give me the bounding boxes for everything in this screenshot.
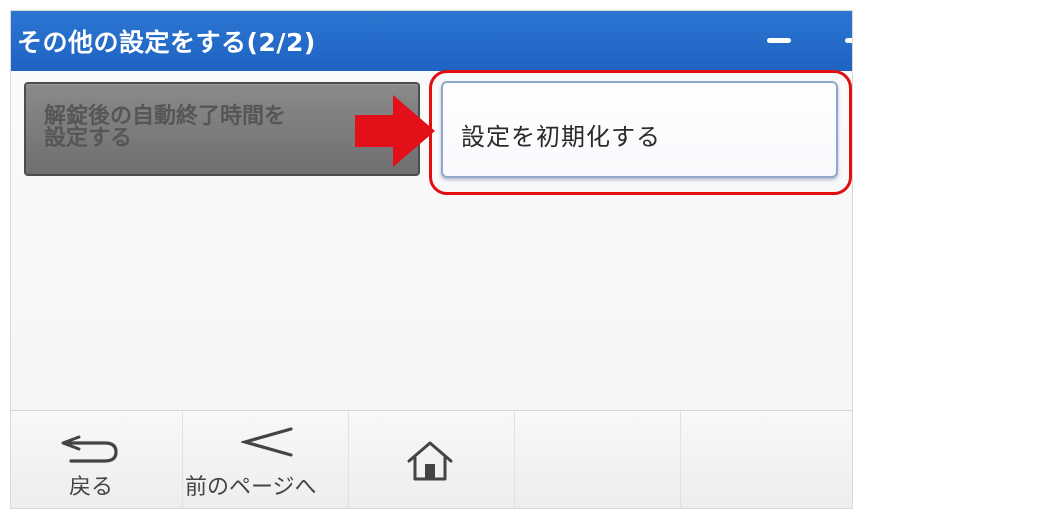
chevron-left-icon <box>241 427 293 457</box>
red-arrow-icon <box>355 95 435 167</box>
auto-end-time-label: 解錠後の自動終了時間を 設定する <box>44 104 287 151</box>
title-bar: その他の設定をする(2/2) <box>11 11 852 71</box>
bottom-nav-bar: 戻る 前のページへ <box>11 410 852 508</box>
reset-settings-button[interactable]: 設定を初期化する <box>441 81 838 178</box>
empty-nav-slot-2 <box>681 411 852 508</box>
scroll-indicator <box>767 38 791 43</box>
reset-settings-label: 設定を初期化する <box>461 123 661 151</box>
back-arrow-icon <box>61 435 118 463</box>
scroll-indicator-edge <box>845 38 852 43</box>
previous-page-label: 前のページへ <box>185 475 317 500</box>
home-button[interactable] <box>349 411 515 508</box>
back-label: 戻る <box>69 475 114 500</box>
empty-nav-slot-1 <box>515 411 681 508</box>
page-title: その他の設定をする(2/2) <box>17 28 316 57</box>
back-button[interactable]: 戻る <box>11 411 183 508</box>
previous-page-button[interactable]: 前のページへ <box>183 411 349 508</box>
device-screen: その他の設定をする(2/2) 解錠後の自動終了時間を 設定する 設定を初期化する… <box>10 10 853 509</box>
home-icon <box>407 441 453 481</box>
